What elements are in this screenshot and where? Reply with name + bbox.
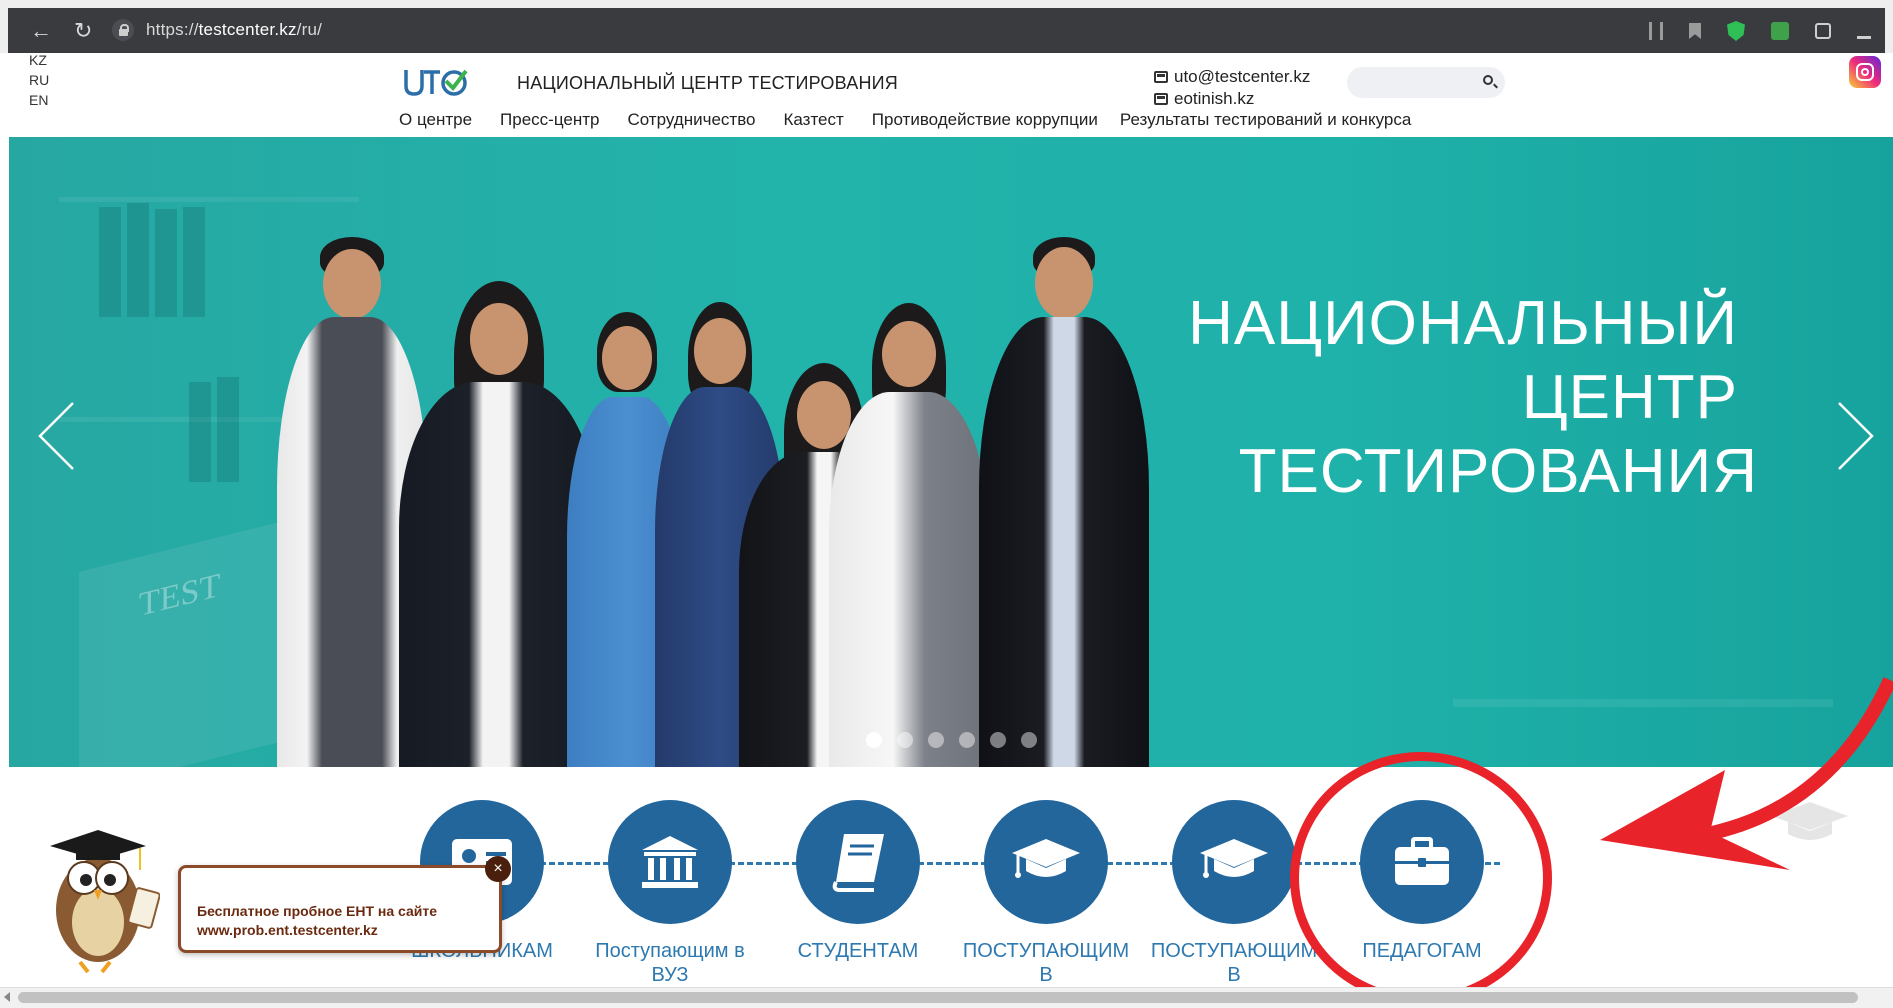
shelf	[59, 197, 359, 202]
eotinish-link[interactable]: eotinish.kz	[1174, 89, 1254, 109]
book	[217, 377, 239, 482]
book	[183, 207, 205, 317]
search-input[interactable]	[1359, 71, 1473, 95]
contact-email[interactable]: uto@testcenter.kz	[1154, 67, 1310, 87]
promo-link[interactable]: www.prob.ent.testcenter.kz	[197, 921, 437, 940]
promo-popup-text[interactable]: Бесплатное пробное ЕНТ на сайте www.prob…	[197, 902, 437, 940]
slider-dots	[866, 732, 1037, 748]
person-body	[829, 392, 989, 767]
url-path: /ru/	[296, 20, 323, 39]
category-students[interactable]: СТУДЕНТАМ	[768, 800, 948, 963]
language-switcher: KZ RU EN	[29, 50, 49, 110]
graduation-cap-icon	[1012, 839, 1080, 878]
browser-toolbar: ← ↻ https://testcenter.kz/ru/	[0, 0, 1893, 53]
extensions-puzzle-icon[interactable]	[1815, 23, 1831, 39]
nav-cooperation[interactable]: Сотрудничество	[627, 110, 755, 134]
scroll-left-arrow-icon[interactable]	[4, 992, 10, 1002]
close-icon[interactable]: ×	[485, 856, 511, 882]
university-icon	[642, 836, 698, 888]
search-icon[interactable]	[1483, 75, 1493, 85]
url-host: testcenter.kz	[198, 20, 297, 39]
person-head	[602, 326, 652, 390]
hero-title-line3: ТЕСТИРОВАНИЯ	[1238, 437, 1758, 506]
person-head	[470, 303, 528, 375]
person-head	[323, 249, 381, 319]
nav-results[interactable]: Результаты тестирований и конкурса	[1120, 110, 1411, 134]
lang-kz[interactable]: KZ	[29, 50, 49, 70]
slider-prev-arrow-icon[interactable]	[37, 401, 75, 471]
person-head	[882, 321, 936, 387]
promo-line1: Бесплатное пробное ЕНТ на сайте	[197, 903, 438, 919]
search-box	[1347, 67, 1505, 98]
reload-icon[interactable]: ↻	[74, 18, 92, 44]
slider-dot[interactable]	[1021, 732, 1037, 748]
utc-logo[interactable]	[402, 66, 468, 98]
slider-dot[interactable]	[959, 732, 975, 748]
book	[189, 382, 211, 482]
category-circle[interactable]	[1172, 800, 1296, 924]
category-applicants-1[interactable]: ПОСТУПАЮЩИМ В	[956, 800, 1136, 987]
slider-dot[interactable]	[928, 732, 944, 748]
category-university-applicants[interactable]: Поступающим в ВУЗ	[580, 800, 760, 987]
hero-title-line1: НАЦИОНАЛЬНЫЙ	[1188, 289, 1738, 358]
lang-ru[interactable]: RU	[29, 70, 49, 90]
slider-dot[interactable]	[897, 732, 913, 748]
url-prefix: https://	[146, 20, 199, 39]
instagram-icon[interactable]	[1849, 56, 1881, 88]
nav-anti-corruption[interactable]: Противодействие коррупции	[872, 110, 1098, 134]
nav-about[interactable]: О центре	[399, 110, 472, 134]
person-illustration	[829, 303, 989, 767]
category-circle[interactable]	[608, 800, 732, 924]
lock-icon[interactable]	[112, 19, 134, 41]
hero-title: НАЦИОНАЛЬНЫЙ ЦЕНТР ТЕСТИРОВАНИЯ	[1058, 287, 1758, 509]
category-circle[interactable]	[796, 800, 920, 924]
test-board: TEST	[79, 522, 279, 767]
board-text: TEST	[139, 566, 221, 624]
site-title: НАЦИОНАЛЬНЫЙ ЦЕНТР ТЕСТИРОВАНИЯ	[517, 73, 898, 93]
email-link[interactable]: uto@testcenter.kz	[1174, 67, 1310, 87]
graduation-cap-icon	[1200, 839, 1268, 878]
book	[155, 209, 177, 317]
address-bar[interactable]: https://testcenter.kz/ru/	[146, 20, 322, 40]
annotation-circle	[1290, 752, 1552, 1004]
adblock-shield-icon[interactable]	[1727, 21, 1745, 41]
contact-eotinish[interactable]: eotinish.kz	[1154, 89, 1254, 109]
book-icon	[832, 834, 884, 892]
book	[127, 203, 149, 317]
bookmark-icon[interactable]	[1689, 23, 1701, 39]
promo-popup[interactable]: Бесплатное пробное ЕНТ на сайте www.prob…	[178, 856, 511, 953]
category-label[interactable]: СТУДЕНТАМ	[768, 939, 948, 963]
extension-icon[interactable]	[1771, 22, 1789, 40]
horizontal-scrollbar[interactable]	[0, 987, 1893, 1008]
scrollbar-thumb[interactable]	[18, 992, 1858, 1003]
hero-title-line2: ЦЕНТР	[1521, 363, 1738, 432]
download-icon[interactable]	[1857, 23, 1871, 39]
browser-extension-icons	[1649, 18, 1871, 44]
lang-en[interactable]: EN	[29, 90, 49, 110]
category-label[interactable]: ПОСТУПАЮЩИМ В	[956, 939, 1136, 987]
nav-press[interactable]: Пресс-центр	[500, 110, 599, 134]
back-arrow-icon[interactable]: ←	[30, 18, 52, 44]
main-nav: О центре Пресс-центр Сотрудничество Казт…	[399, 110, 1439, 134]
owl-mascot-icon[interactable]	[40, 790, 160, 975]
slider-dot[interactable]	[990, 732, 1006, 748]
annotation-arrow-icon	[1600, 677, 1893, 870]
category-label[interactable]: Поступающим в ВУЗ	[580, 939, 760, 987]
nav-kaztest[interactable]: Казтест	[784, 110, 844, 134]
slider-dot[interactable]	[866, 732, 882, 748]
reader-mode-icon[interactable]	[1649, 22, 1663, 40]
mail-icon	[1154, 71, 1168, 83]
mail-icon	[1154, 93, 1168, 105]
category-label[interactable]: ПОСТУПАЮЩИМ В	[1144, 939, 1324, 987]
book	[99, 207, 121, 317]
category-circle[interactable]	[984, 800, 1108, 924]
slider-next-arrow-icon[interactable]	[1837, 401, 1875, 471]
